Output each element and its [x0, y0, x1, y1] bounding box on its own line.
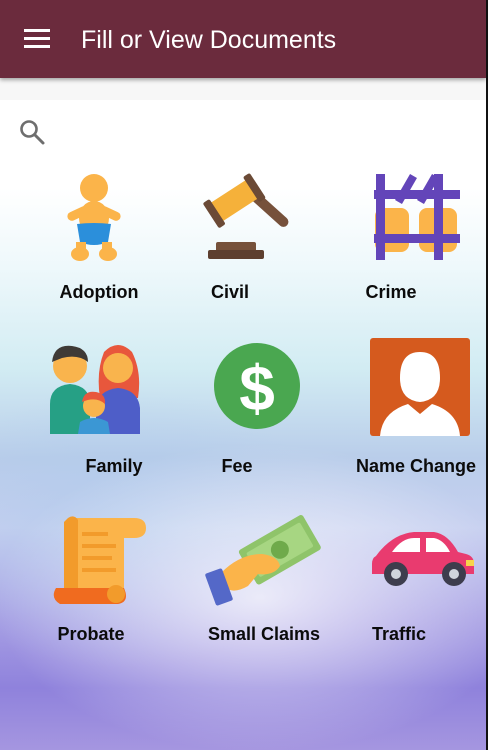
gavel-icon — [203, 173, 289, 259]
jail-bars-icon — [374, 174, 460, 260]
category-label: Probate — [57, 624, 125, 644]
scroll-icon — [53, 516, 146, 604]
category-fee[interactable]: $ Fee — [190, 338, 320, 488]
category-label: Civil — [210, 282, 249, 302]
category-label: Crime — [365, 282, 417, 302]
app-bar: Fill or View Documents — [0, 0, 486, 78]
dollar-coin-icon: $ — [214, 343, 300, 429]
hamburger-menu-icon[interactable] — [22, 26, 52, 52]
category-family[interactable]: Family — [34, 338, 164, 488]
page-title: Fill or View Documents — [81, 26, 337, 54]
search-icon[interactable] — [18, 118, 46, 146]
category-traffic[interactable]: Traffic — [362, 512, 488, 662]
baby-icon — [67, 174, 121, 261]
top-strip — [0, 78, 486, 100]
category-label: Name Change — [355, 456, 477, 476]
category-small-claims[interactable]: Small Claims — [200, 512, 330, 662]
category-civil[interactable]: Civil — [190, 172, 320, 322]
family-icon — [50, 345, 140, 434]
category-label: Fee — [221, 456, 253, 476]
category-name-change[interactable]: Name Change — [352, 338, 482, 488]
category-crime[interactable]: Crime — [340, 172, 470, 322]
person-silhouette-icon — [370, 338, 470, 436]
car-icon — [372, 532, 474, 586]
svg-text:$: $ — [239, 352, 275, 424]
money-hand-icon — [205, 515, 321, 606]
category-label: Traffic — [371, 624, 427, 644]
category-probate[interactable]: Probate — [34, 512, 164, 662]
